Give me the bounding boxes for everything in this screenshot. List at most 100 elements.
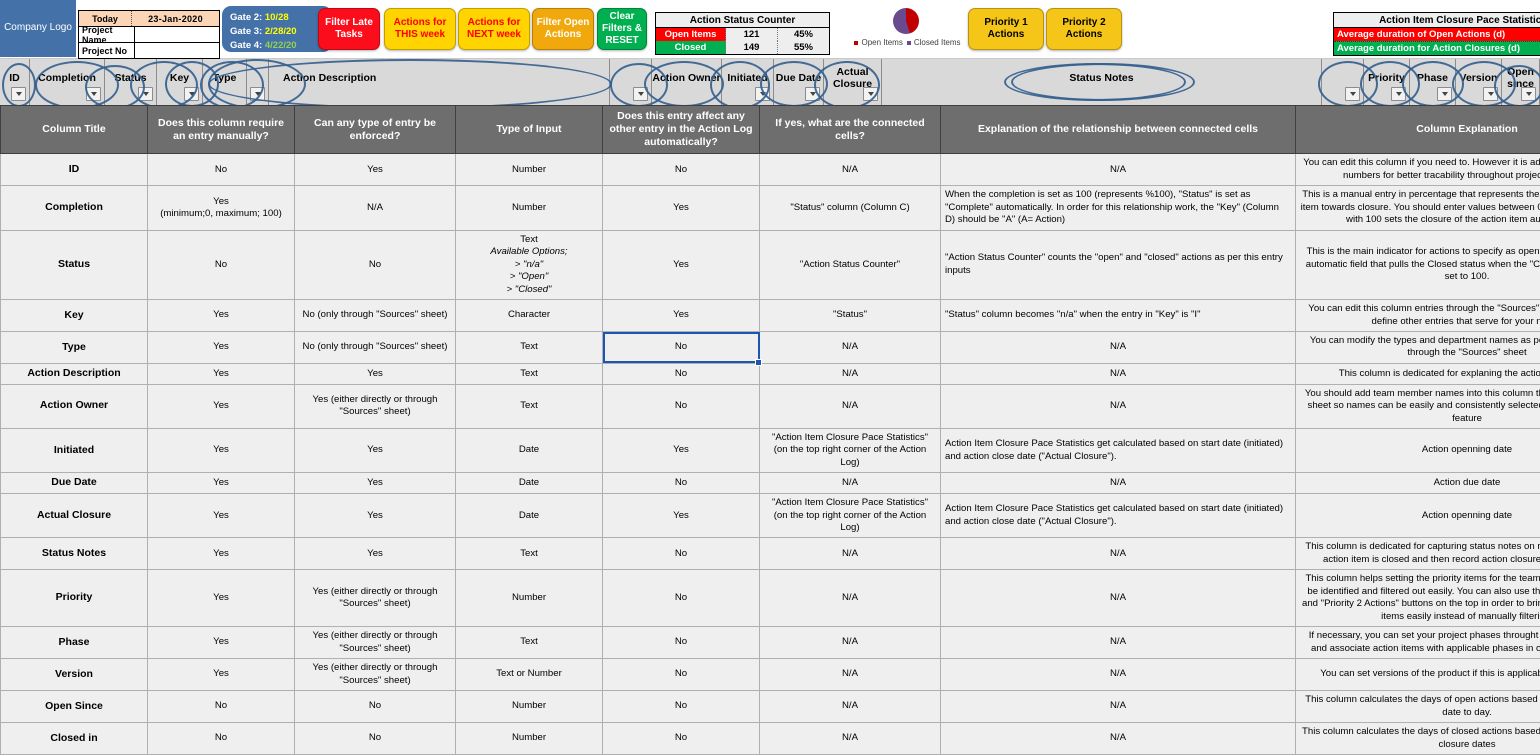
column-header-action-description[interactable]: Action Description — [269, 59, 610, 105]
clear-filters-reset-button[interactable]: Clear Filters & RESET — [597, 8, 647, 50]
cell-column-explanation-0[interactable]: You can edit this column if you need to.… — [1296, 154, 1540, 186]
cell-connected-cells-15[interactable]: N/A — [760, 723, 941, 755]
cell-manual-entry-11[interactable]: Yes — [148, 570, 295, 627]
cell-manual-entry-12[interactable]: Yes — [148, 627, 295, 659]
column-header-status-notes-filter[interactable] — [1322, 59, 1364, 105]
cell-column-explanation-5[interactable]: This column is dedicated for explaning t… — [1296, 363, 1540, 384]
cell-type-of-input-6[interactable]: Text — [456, 384, 603, 428]
cell-affects-other-15[interactable]: No — [603, 723, 760, 755]
filter-dropdown-icon-completion[interactable] — [86, 87, 101, 101]
cell-affects-other-8[interactable]: No — [603, 473, 760, 494]
cell-relationship-12[interactable]: N/A — [941, 627, 1296, 659]
cell-type-of-input-9[interactable]: Date — [456, 494, 603, 538]
cell-column-explanation-15[interactable]: This column calculates the days of close… — [1296, 723, 1540, 755]
column-header-type[interactable]: Type — [203, 59, 247, 105]
cell-connected-cells-2[interactable]: "Action Status Counter" — [760, 230, 941, 299]
cell-column-title-15[interactable]: Closed in — [1, 723, 148, 755]
cell-type-of-input-1[interactable]: Number — [456, 186, 603, 230]
cell-column-explanation-10[interactable]: This column is dedicated for capturing s… — [1296, 538, 1540, 570]
cell-affects-other-10[interactable]: No — [603, 538, 760, 570]
cell-manual-entry-13[interactable]: Yes — [148, 659, 295, 691]
cell-manual-entry-3[interactable]: Yes — [148, 300, 295, 332]
cell-affects-other-13[interactable]: No — [603, 659, 760, 691]
project-no-input[interactable] — [135, 43, 219, 58]
cell-column-title-2[interactable]: Status — [1, 230, 148, 299]
cell-relationship-14[interactable]: N/A — [941, 691, 1296, 723]
column-header-status-notes[interactable]: Status Notes — [882, 59, 1322, 105]
cell-entry-enforced-9[interactable]: Yes — [295, 494, 456, 538]
cell-connected-cells-11[interactable]: N/A — [760, 570, 941, 627]
cell-relationship-7[interactable]: Action Item Closure Pace Statistics get … — [941, 428, 1296, 472]
cell-manual-entry-14[interactable]: No — [148, 691, 295, 723]
column-header-status[interactable]: Status — [105, 59, 157, 105]
column-header-due-date[interactable]: Due Date — [774, 59, 824, 105]
cell-manual-entry-15[interactable]: No — [148, 723, 295, 755]
cell-manual-entry-5[interactable]: Yes — [148, 363, 295, 384]
column-header-version[interactable]: Version — [1456, 59, 1502, 105]
cell-connected-cells-12[interactable]: N/A — [760, 627, 941, 659]
cell-manual-entry-4[interactable]: Yes — [148, 332, 295, 364]
cell-connected-cells-14[interactable]: N/A — [760, 691, 941, 723]
priority-1-actions-button[interactable]: Priority 1 Actions — [968, 8, 1044, 50]
cell-type-of-input-5[interactable]: Text — [456, 363, 603, 384]
cell-column-title-3[interactable]: Key — [1, 300, 148, 332]
filter-dropdown-icon-open-since[interactable] — [1521, 87, 1536, 101]
cell-entry-enforced-1[interactable]: N/A — [295, 186, 456, 230]
cell-column-title-11[interactable]: Priority — [1, 570, 148, 627]
cell-relationship-8[interactable]: N/A — [941, 473, 1296, 494]
cell-type-of-input-3[interactable]: Character — [456, 300, 603, 332]
cell-column-explanation-8[interactable]: Action due date — [1296, 473, 1540, 494]
cell-relationship-3[interactable]: "Status" column becomes "n/a" when the e… — [941, 300, 1296, 332]
cell-column-explanation-2[interactable]: This is the main indicator for actions t… — [1296, 230, 1540, 299]
cell-connected-cells-13[interactable]: N/A — [760, 659, 941, 691]
cell-affects-other-4[interactable]: No — [603, 332, 760, 364]
cell-column-explanation-11[interactable]: This column helps setting the priority i… — [1296, 570, 1540, 627]
cell-manual-entry-8[interactable]: Yes — [148, 473, 295, 494]
actions-next-week-button[interactable]: Actions for NEXT week — [458, 8, 530, 50]
cell-affects-other-1[interactable]: Yes — [603, 186, 760, 230]
cell-relationship-2[interactable]: "Action Status Counter" counts the "open… — [941, 230, 1296, 299]
filter-dropdown-icon-key[interactable] — [184, 87, 199, 101]
cell-affects-other-6[interactable]: No — [603, 384, 760, 428]
filter-dropdown-icon-actual-closure[interactable] — [863, 87, 878, 101]
cell-relationship-1[interactable]: When the completion is set as 100 (repre… — [941, 186, 1296, 230]
cell-column-title-13[interactable]: Version — [1, 659, 148, 691]
cell-affects-other-5[interactable]: No — [603, 363, 760, 384]
cell-entry-enforced-5[interactable]: Yes — [295, 363, 456, 384]
cell-manual-entry-7[interactable]: Yes — [148, 428, 295, 472]
actions-this-week-button[interactable]: Actions for THIS week — [384, 8, 456, 50]
cell-manual-entry-6[interactable]: Yes — [148, 384, 295, 428]
column-header-actual-closure[interactable]: Actual Closure — [824, 59, 882, 105]
cell-affects-other-12[interactable]: No — [603, 627, 760, 659]
cell-column-title-10[interactable]: Status Notes — [1, 538, 148, 570]
cell-relationship-13[interactable]: N/A — [941, 659, 1296, 691]
column-header-completion[interactable]: Completion — [30, 59, 105, 105]
cell-type-of-input-10[interactable]: Text — [456, 538, 603, 570]
cell-affects-other-2[interactable]: Yes — [603, 230, 760, 299]
cell-entry-enforced-6[interactable]: Yes (either directly or through "Sources… — [295, 384, 456, 428]
cell-connected-cells-9[interactable]: "Action Item Closure Pace Statistics" (o… — [760, 494, 941, 538]
cell-entry-enforced-12[interactable]: Yes (either directly or through "Sources… — [295, 627, 456, 659]
cell-entry-enforced-8[interactable]: Yes — [295, 473, 456, 494]
cell-affects-other-11[interactable]: No — [603, 570, 760, 627]
cell-relationship-9[interactable]: Action Item Closure Pace Statistics get … — [941, 494, 1296, 538]
cell-connected-cells-5[interactable]: N/A — [760, 363, 941, 384]
cell-connected-cells-10[interactable]: N/A — [760, 538, 941, 570]
cell-column-title-7[interactable]: Initiated — [1, 428, 148, 472]
cell-entry-enforced-15[interactable]: No — [295, 723, 456, 755]
cell-type-of-input-12[interactable]: Text — [456, 627, 603, 659]
cell-connected-cells-6[interactable]: N/A — [760, 384, 941, 428]
cell-relationship-6[interactable]: N/A — [941, 384, 1296, 428]
column-header-action-desc-filter[interactable] — [610, 59, 652, 105]
cell-column-title-5[interactable]: Action Description — [1, 363, 148, 384]
cell-entry-enforced-4[interactable]: No (only through "Sources" sheet) — [295, 332, 456, 364]
cell-connected-cells-1[interactable]: "Status" column (Column C) — [760, 186, 941, 230]
cell-relationship-5[interactable]: N/A — [941, 363, 1296, 384]
filter-dropdown-icon-type-filter[interactable] — [250, 87, 265, 101]
cell-manual-entry-10[interactable]: Yes — [148, 538, 295, 570]
cell-entry-enforced-10[interactable]: Yes — [295, 538, 456, 570]
cell-connected-cells-4[interactable]: N/A — [760, 332, 941, 364]
cell-column-explanation-1[interactable]: This is a manual entry in percentage tha… — [1296, 186, 1540, 230]
cell-affects-other-14[interactable]: No — [603, 691, 760, 723]
project-name-input[interactable] — [135, 27, 219, 42]
